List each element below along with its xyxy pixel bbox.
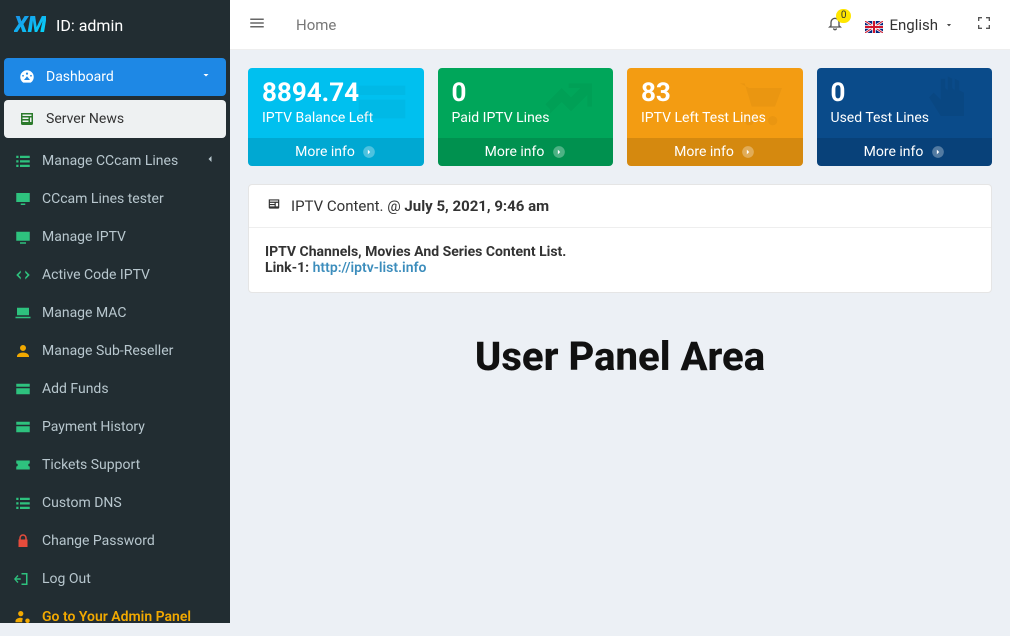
sidebar-item-cccam-tester[interactable]: CCcam Lines tester	[0, 180, 230, 218]
sidebar-item-admin-panel[interactable]: Go to Your Admin Panel	[0, 598, 230, 636]
notifications-button[interactable]: 0	[827, 15, 843, 35]
news-link[interactable]: http://iptv-list.info	[313, 260, 427, 276]
chevron-down-icon	[200, 69, 212, 85]
more-info-link[interactable]: More info	[817, 138, 993, 166]
sidebar-item-label: Payment History	[42, 419, 145, 435]
tv-icon	[14, 228, 32, 246]
more-info-link[interactable]: More info	[438, 138, 614, 166]
stat-used-test-lines: 0 Used Test Lines More info	[817, 68, 993, 166]
sidebar-item-label: Tickets Support	[42, 457, 140, 473]
sidebar-item-payment-history[interactable]: Payment History	[0, 408, 230, 446]
sidebar-item-label: Manage CCcam Lines	[42, 153, 178, 169]
sidebar-item-manage-mac[interactable]: Manage MAC	[0, 294, 230, 332]
breadcrumb[interactable]: Home	[296, 16, 336, 34]
topbar: Home 0 English	[230, 0, 1010, 50]
arrow-circle-right-icon	[362, 145, 376, 159]
sidebar-item-label: Change Password	[42, 533, 155, 549]
svg-text:XM: XM	[14, 13, 46, 38]
news-title-prefix: IPTV Content. @	[291, 197, 401, 215]
hamburger-icon[interactable]	[248, 14, 266, 36]
chevron-left-icon	[204, 153, 216, 169]
card-icon	[346, 74, 418, 134]
main-area: Home 0 English	[230, 0, 1010, 623]
list-icon	[14, 152, 32, 170]
sidebar-item-label: CCcam Lines tester	[42, 191, 164, 207]
code-icon	[14, 266, 32, 284]
brand-header: XM ID: admin	[0, 0, 230, 50]
arrow-circle-right-icon	[741, 145, 755, 159]
language-selector[interactable]: English	[865, 16, 954, 34]
chart-up-icon	[535, 74, 607, 134]
user-icon	[14, 342, 32, 360]
cart-icon	[725, 74, 797, 134]
user-gear-icon	[14, 608, 32, 626]
sidebar-item-label: Active Code IPTV	[42, 267, 150, 283]
page-heading: User Panel Area	[248, 333, 992, 380]
sidebar-item-manage-iptv[interactable]: Manage IPTV	[0, 218, 230, 256]
newspaper-icon	[18, 110, 36, 128]
gauge-icon	[18, 68, 36, 86]
credit-card-icon	[14, 380, 32, 398]
news-icon	[265, 197, 283, 215]
stat-paid-lines: 0 Paid IPTV Lines More info	[438, 68, 614, 166]
news-link-label: Link-1:	[265, 260, 309, 276]
sidebar-item-label: Dashboard	[46, 69, 114, 85]
sidebar-item-add-funds[interactable]: Add Funds	[0, 370, 230, 408]
stat-test-lines-left: 83 IPTV Left Test Lines More info	[627, 68, 803, 166]
sidebar-item-label: Custom DNS	[42, 495, 122, 511]
sidebar-item-manage-cccam[interactable]: Manage CCcam Lines	[0, 142, 230, 180]
fullscreen-button[interactable]	[976, 15, 992, 35]
sidebar-item-sub-reseller[interactable]: Manage Sub-Reseller	[0, 332, 230, 370]
news-body-line1: IPTV Channels, Movies And Series Content…	[265, 244, 566, 260]
sidebar-item-custom-dns[interactable]: Custom DNS	[0, 484, 230, 522]
sidebar-item-tickets[interactable]: Tickets Support	[0, 446, 230, 484]
laptop-icon	[14, 304, 32, 322]
arrow-circle-right-icon	[931, 145, 945, 159]
stat-iptv-balance: 8894.74 IPTV Balance Left More info	[248, 68, 424, 166]
more-info-link[interactable]: More info	[627, 138, 803, 166]
sidebar-item-label: Server News	[46, 111, 124, 127]
content: 8894.74 IPTV Balance Left More info 0 Pa…	[230, 50, 1010, 623]
notification-count-badge: 0	[836, 9, 852, 23]
news-card: IPTV Content. @ July 5, 2021, 9:46 am IP…	[248, 184, 992, 293]
flag-uk-icon	[865, 19, 883, 31]
monitor-icon	[14, 190, 32, 208]
stat-row: 8894.74 IPTV Balance Left More info 0 Pa…	[248, 68, 992, 166]
sidebar-item-label: Manage IPTV	[42, 229, 126, 245]
sidebar: XM ID: admin Dashboard	[0, 0, 230, 623]
sidebar-item-active-code[interactable]: Active Code IPTV	[0, 256, 230, 294]
lock-icon	[14, 532, 32, 550]
sidebar-item-label: Manage Sub-Reseller	[42, 343, 173, 359]
brand-logo: XM	[14, 12, 46, 38]
sidebar-item-change-password[interactable]: Change Password	[0, 522, 230, 560]
ticket-icon	[14, 456, 32, 474]
caret-down-icon	[944, 20, 954, 30]
news-card-body: IPTV Channels, Movies And Series Content…	[249, 228, 991, 292]
sidebar-item-label: Log Out	[42, 571, 91, 587]
credit-card-icon	[14, 418, 32, 436]
list-icon	[14, 494, 32, 512]
hand-icon	[914, 74, 986, 134]
news-card-header: IPTV Content. @ July 5, 2021, 9:46 am	[249, 185, 991, 228]
topbar-right: 0 English	[827, 15, 992, 35]
news-timestamp: July 5, 2021, 9:46 am	[404, 197, 549, 215]
sidebar-item-label: Manage MAC	[42, 305, 126, 321]
sidebar-menu: Dashboard Server News Manage CCcam Lines	[0, 50, 230, 636]
brand-id-label: ID: admin	[56, 16, 123, 35]
sidebar-item-logout[interactable]: Log Out	[0, 560, 230, 598]
sidebar-item-dashboard[interactable]: Dashboard	[4, 58, 226, 96]
sidebar-item-server-news[interactable]: Server News	[4, 100, 226, 138]
language-label: English	[889, 16, 938, 34]
sidebar-item-label: Add Funds	[42, 381, 109, 397]
more-info-link[interactable]: More info	[248, 138, 424, 166]
arrow-circle-right-icon	[552, 145, 566, 159]
logout-icon	[14, 570, 32, 588]
